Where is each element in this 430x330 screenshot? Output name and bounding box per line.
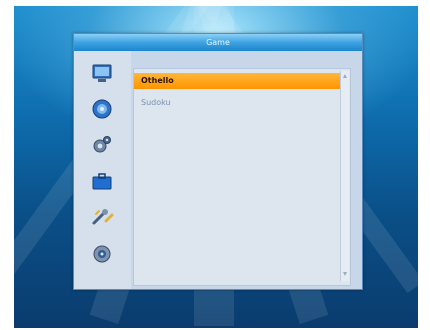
window-title: Game	[206, 38, 230, 47]
list-item-othello[interactable]: Othello	[134, 73, 340, 89]
tv-icon[interactable]	[90, 61, 114, 85]
game-list: Othello Sudoku	[133, 68, 351, 286]
scrollbar[interactable]	[340, 71, 349, 281]
scroll-down-icon[interactable]	[343, 272, 347, 276]
list-item-sudoku[interactable]: Sudoku	[134, 95, 340, 111]
title-bar: Game	[74, 34, 362, 51]
toolbox-icon[interactable]	[90, 169, 114, 193]
scroll-up-icon[interactable]	[343, 74, 347, 78]
sidebar	[74, 51, 131, 289]
tools-icon[interactable]	[90, 205, 114, 229]
disc-icon[interactable]	[90, 97, 114, 121]
media-icon[interactable]	[90, 241, 114, 265]
settings-icon[interactable]	[90, 133, 114, 157]
